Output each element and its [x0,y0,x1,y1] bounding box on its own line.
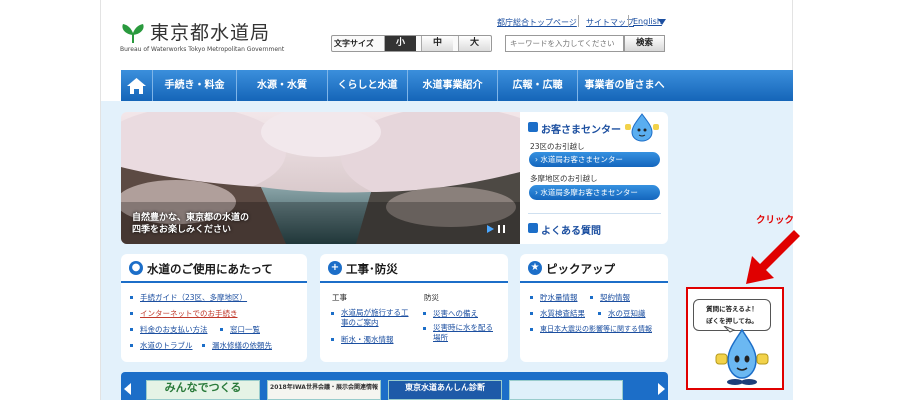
works-box-title: 工事･防災 [346,262,398,276]
pickup-box-title: ピックアップ [546,262,615,276]
bullet-icon [130,296,133,299]
banner-iwa[interactable]: 2018年IWA世界会議・展示会関連情報 [267,380,381,400]
nav-for-businesses[interactable]: 事業者の皆さまへ [577,70,671,101]
home-icon[interactable] [121,70,152,101]
bullet-icon [130,344,133,347]
bullet-icon [598,312,601,315]
area-23ku-label: 23区のお引越し [530,142,585,151]
site-logo-title[interactable]: 東京都水道局 [150,18,270,45]
red-arrow-icon [746,230,800,284]
chevron-right-icon [528,223,538,233]
bullet-icon [530,296,533,299]
play-icon[interactable] [487,225,494,233]
pause-icon[interactable] [498,225,505,233]
header-link-divider [628,15,629,27]
nav-pr-hearing[interactable]: 広報・広聴 [497,70,577,101]
bullet-icon [130,328,133,331]
hero-caption-line: 四季をお楽しみください [132,225,232,235]
bullet-icon [331,338,334,341]
link-counter-list[interactable]: 窓口一覧 [230,324,260,335]
carousel-prev-icon[interactable] [124,383,131,395]
search-input[interactable] [505,35,624,52]
bullet-icon [423,327,426,330]
area-tama-label: 多摩地区のお引越し [530,174,598,183]
nav-water-source-quality[interactable]: 水源・水質 [236,70,327,101]
font-size-medium-button[interactable]: 中 [421,36,453,51]
font-size-small-button[interactable]: 小 [384,36,416,51]
link-water-trivia[interactable]: 水の豆知識 [608,308,646,319]
nav-procedures-fees[interactable]: 手続き・料金 [152,70,236,101]
hero-caption: 自然豊かな、東京都の水道の 四季をお楽しみください [132,212,249,236]
star-icon: ★ [528,261,542,275]
chevron-right-icon [528,122,538,132]
nav-business-intro[interactable]: 水道事業紹介 [407,70,497,101]
link-online-procedures[interactable]: インターネットでのお手続き [140,308,238,319]
bullet-icon [530,312,533,315]
usage-box-title: 水道のご使用にあたって [147,262,273,276]
water-drop-icon: ● [129,261,143,275]
link-sitemap[interactable]: サイトマップ [586,17,634,28]
mascot-speech-line: 質問に答えるよ！ [706,305,758,313]
link-outage-info[interactable]: 断水・濁水情報 [341,334,394,345]
water-drop-mascot-icon[interactable] [710,326,774,386]
bullet-icon [202,344,205,347]
link-payment-methods[interactable]: 料金のお支払い方法 [140,324,208,335]
customer-center-23ku-button[interactable]: › 水道局お客さまセンター [529,152,660,167]
ginkgo-logo-icon[interactable] [120,22,146,44]
click-annotation-label: クリック [756,215,795,226]
bullet-icon [331,312,334,315]
header-link-divider [578,15,579,27]
bullet-icon [220,328,223,331]
nav-life-and-water[interactable]: くらしと水道 [327,70,407,101]
banner-anshin[interactable]: 東京水道あんしん診断 [388,380,502,400]
carousel-next-icon[interactable] [658,383,665,395]
font-size-large-button[interactable]: 大 [458,36,490,51]
customer-center-23ku-label: 水道局お客さまセンター [540,155,623,164]
customer-center-title[interactable]: お客さまセンター [541,121,621,136]
link-construction-info[interactable]: 水道局が施行する工事のご案内 [341,308,411,328]
site-logo-subtitle: Bureau of Waterworks Tokyo Metropolitan … [120,46,285,53]
banner-minna[interactable]: みんなでつくる [146,380,260,400]
water-drop-mascot-icon [625,113,659,142]
link-earthquake-info[interactable]: 東日本大震災の影響等に関する情報 [540,324,652,334]
link-disaster-prep[interactable]: 災害への備え [433,308,478,319]
font-size-label: 文字サイズ [334,39,374,48]
link-water-trouble[interactable]: 水道のトラブル [140,340,193,351]
link-tocho-top[interactable]: 都庁総合トップページ [497,17,577,28]
hero-caption-line: 自然豊かな、東京都の水道の [132,213,250,223]
link-reservoir-levels[interactable]: 貯水量情報 [540,292,578,303]
link-water-distribution-sites[interactable]: 災害時に水を配る場所 [433,323,499,343]
search-button[interactable]: 検索 [624,35,665,52]
link-procedure-guide[interactable]: 手続ガイド（23区、多摩地区） [140,292,247,303]
disaster-category-label: 防災 [424,293,439,302]
bullet-icon [530,328,533,331]
faq-link[interactable]: よくある質問 [541,222,601,237]
bullet-icon [423,312,426,315]
triangle-down-icon[interactable] [658,19,666,25]
plus-icon: + [328,261,342,275]
bullet-icon [130,312,133,315]
customer-center-tama-button[interactable]: › 水道局多摩お客さまセンター [529,185,660,200]
link-water-quality-results[interactable]: 水質検査結果 [540,308,585,319]
link-contract-info[interactable]: 契約情報 [600,292,630,303]
customer-center-tama-label: 水道局多摩お客さまセンター [540,188,638,197]
divider [528,213,661,214]
link-leak-repair[interactable]: 漏水修繕の依頼先 [212,340,272,351]
works-category-label: 工事 [332,293,347,302]
banner-other[interactable] [509,380,623,400]
bullet-icon [590,296,593,299]
